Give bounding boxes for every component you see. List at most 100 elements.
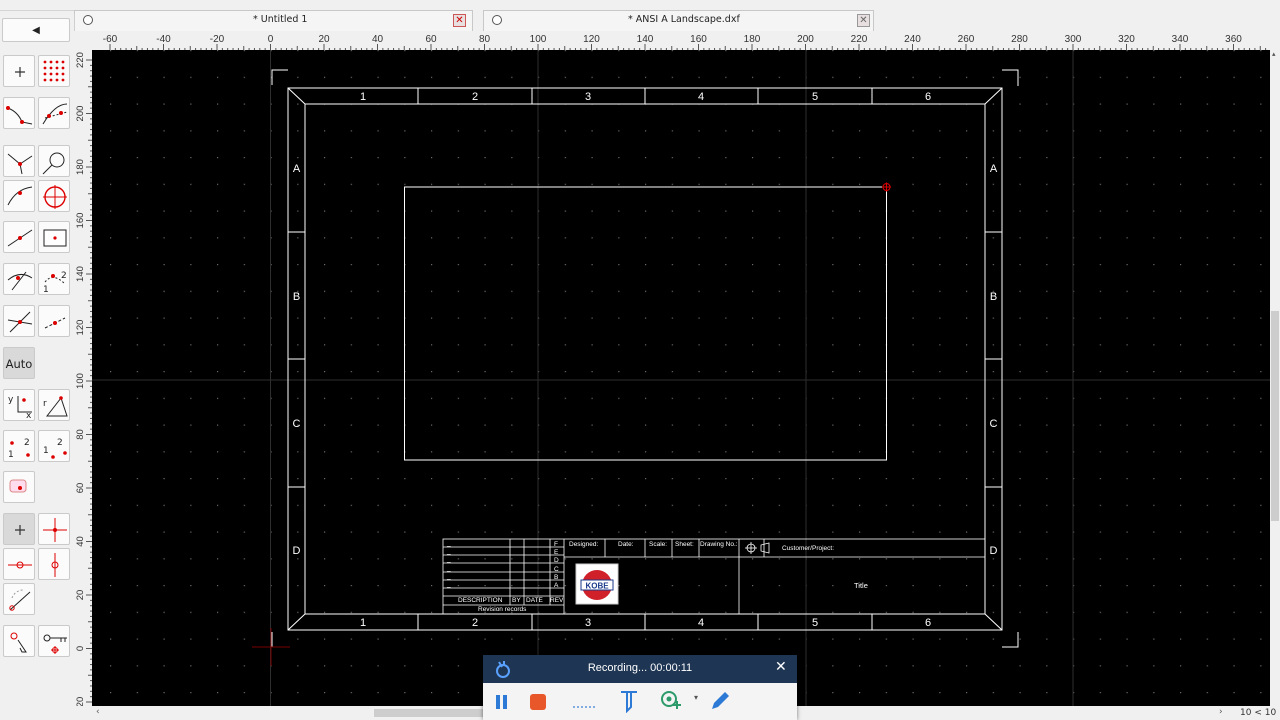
stop-icon[interactable]: [529, 693, 547, 711]
curve-snap-icon: [6, 106, 33, 125]
tab-title: * Untitled 1: [253, 14, 308, 25]
svg-text:2: 2: [61, 271, 67, 281]
col-label-bottom-6: 6: [925, 617, 931, 629]
lock-zero-icon: 12: [43, 438, 67, 459]
rect-snap-icon: [43, 229, 67, 247]
snap-center-tool-button[interactable]: [38, 180, 70, 212]
snap-to-curve-tool-button[interactable]: [3, 97, 35, 129]
horizontal-ruler: -60 -40 -20 0 20 40 60 80 100 120 140 160 180 200 220 2…: [92, 31, 1277, 51]
close-recorder-icon[interactable]: ✕: [775, 659, 787, 675]
restrict-horizontal-tool-button[interactable]: [38, 513, 70, 545]
plus-icon: [15, 525, 25, 535]
ruler-x-label: 200: [797, 34, 814, 45]
relative-zero-tool-button[interactable]: 12: [3, 430, 35, 462]
rev-header: REV: [550, 597, 564, 604]
snap-endpoint-tool-button[interactable]: [3, 180, 35, 212]
free-snap-icon: [9, 479, 27, 493]
date-header: DATE: [526, 597, 544, 604]
restrict-angle-icon: r: [43, 396, 68, 417]
rev-letter: C: [554, 566, 559, 573]
row-label-left-b: B: [293, 291, 300, 303]
snap-distance-tool-button[interactable]: [3, 263, 35, 295]
ruler-x-label: 100: [530, 34, 547, 45]
title-label: Title: [854, 581, 868, 590]
col-label-bottom-3: 3: [585, 617, 591, 629]
snap-intersection-tool-button[interactable]: [38, 97, 70, 129]
ruler-x-label: -20: [210, 34, 225, 45]
snap-free-tool-button[interactable]: [3, 471, 35, 503]
ruler-x-label: 40: [372, 34, 384, 45]
plus-icon: [15, 67, 25, 77]
snap-circle-tool-button[interactable]: [38, 145, 70, 177]
relative-zero-icon: 12: [8, 438, 30, 460]
rev-desc-dash: _: [446, 556, 451, 563]
tab-ansi-a-landscape[interactable]: * ANSI A Landscape.dxf ✕: [483, 10, 874, 31]
screen-recorder-widget[interactable]: Recording... 00:00:11 ✕ ▾: [483, 655, 797, 720]
col-label-bottom-4: 4: [698, 617, 704, 629]
ruler-y-label: 20: [75, 590, 86, 601]
tab-untitled-1[interactable]: * Untitled 1 ✕: [74, 10, 473, 31]
collapse-toolbox-button[interactable]: ◀: [2, 18, 70, 42]
rev-desc-dash: _: [446, 548, 451, 555]
snap-perpendicular-tool-button[interactable]: [3, 305, 35, 337]
tangent-icon: [7, 153, 33, 175]
perpendicular-icon: [7, 311, 33, 333]
document-icon: [83, 15, 93, 25]
col-label-top-3: 3: [585, 91, 591, 103]
scroll-up-icon[interactable]: ▴: [1272, 51, 1278, 58]
restrict-vertical-tool-button[interactable]: [3, 548, 35, 580]
pointer-tool-button[interactable]: [3, 625, 35, 657]
snap-grid-tool-button[interactable]: [3, 513, 35, 545]
snap-nearest-tool-button[interactable]: 12: [38, 263, 70, 295]
row-label-right-a: A: [990, 163, 998, 175]
center-icon: [43, 185, 67, 209]
svg-text:2: 2: [57, 438, 63, 448]
distance-icon: [7, 271, 33, 291]
ruler-y-label: 60: [75, 483, 86, 494]
recorder-controls: ▾: [483, 683, 797, 720]
rev-letter: F: [554, 541, 558, 548]
ruler-y-label: 120: [75, 320, 86, 336]
scroll-left-icon[interactable]: ‹: [96, 707, 100, 717]
webcam-icon[interactable]: [659, 689, 683, 713]
annotation-tool-icon[interactable]: [619, 689, 639, 713]
document-icon: [492, 15, 502, 25]
select-tool-button[interactable]: [3, 583, 35, 615]
rev-letter: B: [554, 574, 558, 581]
snap-middle-tool-button[interactable]: [3, 221, 35, 253]
ruler-corner: [74, 31, 92, 50]
col-label-bottom-5: 5: [812, 617, 818, 629]
vertical-scrollbar[interactable]: ▴: [1270, 31, 1280, 706]
close-tab-icon[interactable]: ✕: [453, 14, 466, 27]
restrict-nothing-tool-button[interactable]: [38, 548, 70, 580]
snap-onentity-tool-button[interactable]: [38, 305, 70, 337]
auto-snap-button[interactable]: Auto: [3, 347, 35, 379]
chevron-down-icon[interactable]: ▾: [694, 693, 698, 702]
restrict-xy-tool-button[interactable]: yx: [3, 389, 35, 421]
snap-rect-tool-button[interactable]: [38, 221, 70, 253]
ruler-x-label: 280: [1011, 34, 1028, 45]
scroll-right-icon[interactable]: ›: [1219, 707, 1223, 717]
recording-status: Recording... 00:00:11: [587, 662, 693, 674]
pen-icon[interactable]: [708, 689, 732, 713]
close-tab-icon[interactable]: ✕: [857, 14, 870, 27]
ruler-y-label: 0: [75, 646, 86, 651]
customer-project-label: Customer/Project:: [782, 545, 834, 552]
ruler-y-label: 200: [75, 106, 86, 122]
draw-dots-icon[interactable]: [572, 699, 598, 711]
nothing-icon: [51, 553, 59, 577]
vertical-scroll-thumb[interactable]: [1271, 311, 1279, 521]
key-tool-button[interactable]: [38, 625, 70, 657]
grid-points-tool-button[interactable]: [38, 55, 70, 87]
svg-text:r: r: [43, 399, 47, 409]
endpoint-icon: [7, 186, 33, 206]
snap-tangent-tool-button[interactable]: [3, 145, 35, 177]
ruler-x-label: -60: [103, 34, 118, 45]
on-entity-icon: [44, 317, 66, 329]
point-tool-button[interactable]: [3, 55, 35, 87]
restrict-angle-tool-button[interactable]: r: [38, 389, 70, 421]
lock-relative-zero-tool-button[interactable]: 12: [38, 430, 70, 462]
col-label-top-5: 5: [812, 91, 818, 103]
pause-icon[interactable]: [494, 693, 510, 711]
drawing-canvas[interactable]: 1 2 3 4 5 6 1 2 3 4 5 6 A B C D A B C D: [92, 50, 1270, 706]
